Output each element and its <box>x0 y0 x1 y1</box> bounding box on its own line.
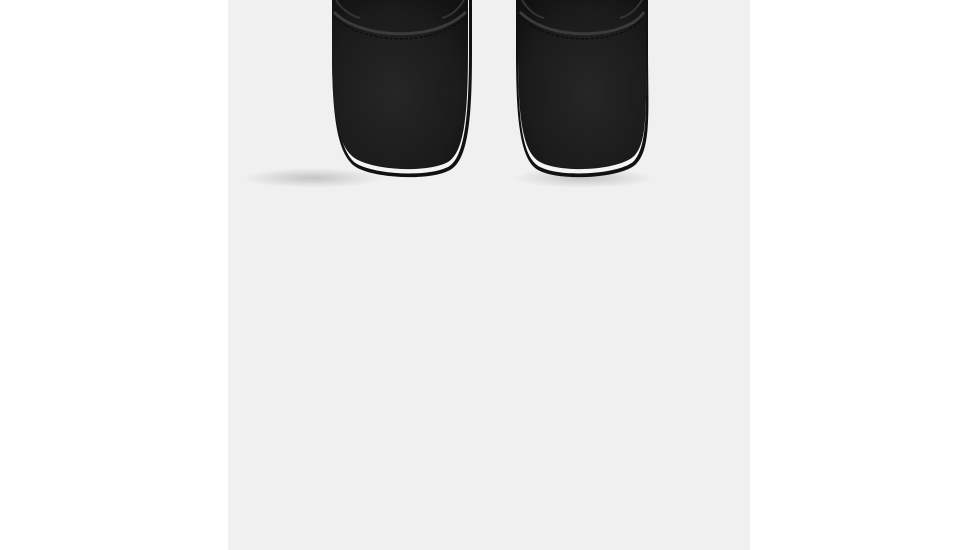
product-image-page <box>0 0 978 550</box>
product-image-panel[interactable] <box>228 0 750 550</box>
left-boot <box>332 0 472 178</box>
right-boot <box>516 0 649 178</box>
left-boot-shadow <box>243 168 383 188</box>
boots-top-view-icon <box>243 0 653 188</box>
